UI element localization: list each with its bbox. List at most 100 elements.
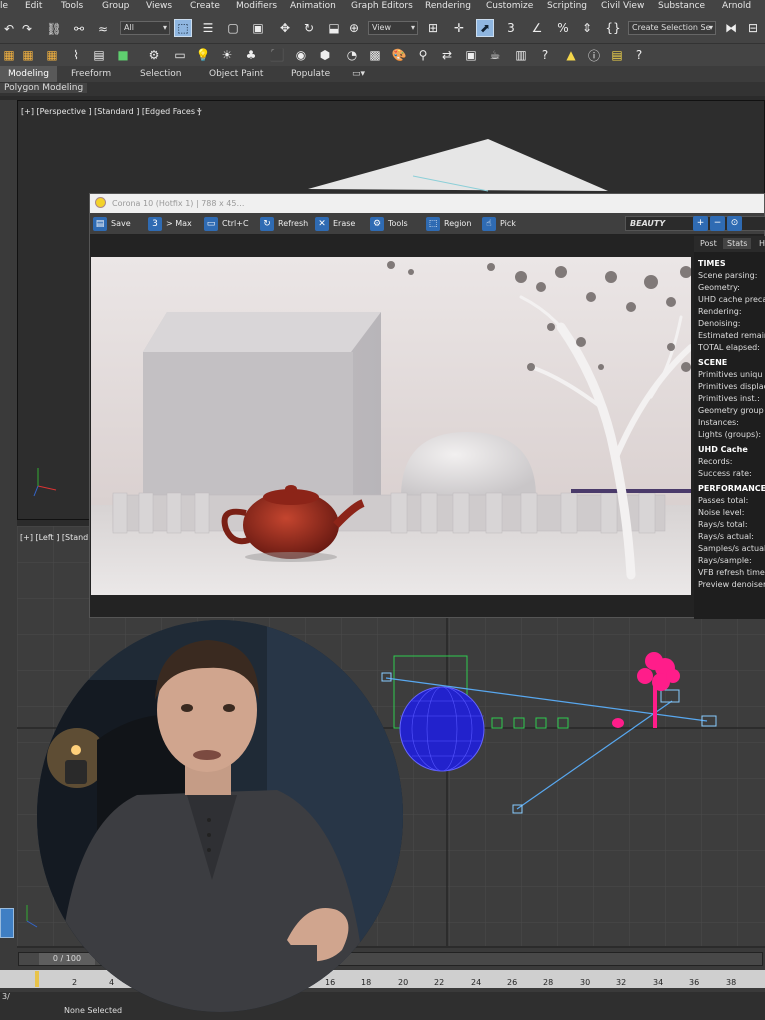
reference-coord-dropdown[interactable]: View bbox=[368, 21, 418, 35]
menu-edit[interactable]: Edit bbox=[25, 1, 42, 11]
zoom-fit-icon[interactable]: ⊙ bbox=[727, 216, 742, 231]
material-icon[interactable]: ◉ bbox=[292, 46, 310, 64]
tree-icon[interactable]: ♣ bbox=[242, 46, 260, 64]
menu-views[interactable]: Views bbox=[146, 1, 172, 11]
tools-button[interactable]: ⚙ Tools bbox=[370, 216, 408, 232]
palette-icon[interactable]: 🎨 bbox=[390, 46, 408, 64]
menu-modifiers[interactable]: Modifiers bbox=[236, 1, 277, 11]
rendered-frame-icon[interactable]: ▭ bbox=[171, 46, 189, 64]
filter-icon[interactable]: ⏷ bbox=[196, 107, 202, 117]
zoom-out-icon[interactable]: − bbox=[710, 216, 725, 231]
arnold-help-icon[interactable]: ? bbox=[630, 46, 648, 64]
menu-group[interactable]: Group bbox=[102, 1, 129, 11]
scale-icon[interactable]: ⬓ bbox=[325, 19, 343, 37]
menu-file[interactable]: le bbox=[0, 1, 8, 11]
tab-object-paint[interactable]: Object Paint bbox=[209, 66, 263, 82]
unlink-icon[interactable]: ⚯ bbox=[70, 20, 88, 38]
menu-animation[interactable]: Animation bbox=[290, 1, 336, 11]
mirror-icon[interactable]: ⧓ bbox=[722, 19, 740, 37]
refresh-button[interactable]: ↻ Refresh bbox=[260, 216, 308, 232]
region-button[interactable]: ⬚ Region bbox=[426, 216, 471, 232]
tick-label: 24 bbox=[471, 978, 482, 987]
copy-button[interactable]: ▭ Ctrl+C bbox=[204, 216, 249, 232]
menu-substance[interactable]: Substance bbox=[658, 1, 705, 11]
to-max-icon: 3 bbox=[148, 217, 162, 231]
zoom-in-icon[interactable]: + bbox=[693, 216, 708, 231]
help-icon[interactable]: ? bbox=[536, 46, 554, 64]
pivot-icon[interactable]: ⊞ bbox=[424, 19, 442, 37]
selection-status: None Selected bbox=[64, 1006, 123, 1015]
toggle-ribbon-icon[interactable]: ▦ bbox=[43, 46, 61, 64]
menu-arnold[interactable]: Arnold bbox=[722, 1, 751, 11]
sun-icon[interactable]: ☀ bbox=[218, 46, 236, 64]
current-frame-marker[interactable] bbox=[35, 971, 39, 987]
rect-selection-icon[interactable]: ▢ bbox=[224, 19, 242, 37]
menu-graph-editors[interactable]: Graph Editors bbox=[351, 1, 413, 11]
arnold-lights-icon[interactable]: ▲ bbox=[562, 46, 580, 64]
window-crossing-icon[interactable]: ▣ bbox=[249, 19, 267, 37]
polygon-modeling-label[interactable]: Polygon Modeling bbox=[0, 83, 88, 93]
place-icon[interactable]: ⊕ bbox=[345, 19, 363, 37]
light-lister-icon[interactable]: ⚲ bbox=[414, 46, 432, 64]
light-bulb-icon[interactable]: 💡 bbox=[194, 46, 212, 64]
render-icon[interactable]: ◔ bbox=[343, 46, 361, 64]
move-icon[interactable]: ✥ bbox=[276, 19, 294, 37]
align-icon[interactable]: ⊟ bbox=[744, 19, 762, 37]
schematic-view-icon[interactable]: ▤ bbox=[90, 46, 108, 64]
filmstrip-icon[interactable]: ▥ bbox=[512, 46, 530, 64]
menu-rendering[interactable]: Rendering bbox=[425, 1, 471, 11]
spinner-snap-icon[interactable]: ⇕ bbox=[578, 19, 596, 37]
menu-scripting[interactable]: Scripting bbox=[547, 1, 587, 11]
render-setup-icon[interactable]: ⚙ bbox=[145, 46, 163, 64]
selection-set-dropdown[interactable]: Create Selection Se bbox=[628, 21, 716, 35]
menu-customize[interactable]: Customize bbox=[486, 1, 533, 11]
pick-button[interactable]: ☝ Pick bbox=[482, 216, 516, 232]
manipulate-icon[interactable]: ✛ bbox=[450, 19, 468, 37]
teapot-icon[interactable]: ☕ bbox=[486, 46, 504, 64]
save-button[interactable]: ▤ Save bbox=[93, 216, 131, 232]
time-slider-handle[interactable]: 0 / 100 bbox=[39, 953, 95, 965]
object-icon[interactable]: ⬛ bbox=[268, 46, 286, 64]
tab-modeling[interactable]: Modeling bbox=[0, 66, 57, 82]
ribbon-options-icon[interactable]: ▭▾ bbox=[352, 66, 365, 82]
tab-freeform[interactable]: Freeform bbox=[71, 66, 111, 82]
erase-button[interactable]: ✕ Erase bbox=[315, 216, 355, 232]
menu-tools[interactable]: Tools bbox=[61, 1, 83, 11]
tools-icon: ⚙ bbox=[370, 217, 384, 231]
tab-post[interactable]: Post bbox=[696, 238, 721, 249]
named-selection-icon[interactable]: {} bbox=[604, 19, 622, 37]
to-max-button[interactable]: 3 > Max bbox=[148, 216, 192, 232]
link-icon[interactable]: ⛓ bbox=[45, 20, 63, 38]
angle-snap-icon[interactable]: ∠ bbox=[528, 19, 546, 37]
tab-stats[interactable]: Stats bbox=[723, 238, 752, 249]
redo-icon[interactable]: ↷ bbox=[18, 20, 36, 38]
menu-civil-view[interactable]: Civil View bbox=[601, 1, 644, 11]
converter-icon[interactable]: ⇄ bbox=[438, 46, 456, 64]
interactive-render-icon[interactable]: ▩ bbox=[366, 46, 384, 64]
menu-create[interactable]: Create bbox=[190, 1, 220, 11]
proxy-icon[interactable]: ⬢ bbox=[316, 46, 334, 64]
curve-editor-icon[interactable]: ⌇ bbox=[67, 46, 85, 64]
vfb-titlebar[interactable]: Corona 10 (Hotfix 1) | 788 x 45… bbox=[90, 194, 764, 213]
tab-selection[interactable]: Selection bbox=[140, 66, 181, 82]
camera-icon[interactable]: ▣ bbox=[462, 46, 480, 64]
rotate-icon[interactable]: ↻ bbox=[300, 19, 318, 37]
layer-explorer-icon[interactable]: ▦ bbox=[19, 46, 37, 64]
snaps-toggle-icon[interactable]: 3 bbox=[502, 19, 520, 37]
info-icon[interactable]: ⓘ bbox=[585, 46, 603, 64]
percent-snap-icon[interactable]: % bbox=[554, 19, 572, 37]
tab-populate[interactable]: Populate bbox=[291, 66, 330, 82]
perspective-viewport-label[interactable]: [+] [Perspective ] [Standard ] [Edged Fa… bbox=[21, 107, 201, 116]
select-object-icon[interactable]: ⬚ bbox=[174, 19, 192, 37]
selection-filter-dropdown[interactable]: All bbox=[120, 21, 170, 35]
scene-explorer-icon[interactable]: ▦ bbox=[0, 46, 18, 64]
viewport-nav-icon[interactable] bbox=[0, 908, 14, 938]
keyboard-shortcut-icon[interactable]: ⬈ bbox=[476, 19, 494, 37]
bind-space-warp-icon[interactable]: ≈ bbox=[94, 20, 112, 38]
select-by-name-icon[interactable]: ☰ bbox=[199, 19, 217, 37]
tab-h[interactable]: H bbox=[755, 238, 765, 249]
material-editor-icon[interactable]: ■ bbox=[114, 46, 132, 64]
notes-icon[interactable]: ▤ bbox=[608, 46, 626, 64]
left-viewport-label[interactable]: [+] [Left ] [Stand bbox=[20, 533, 88, 542]
undo-icon[interactable]: ↶ bbox=[0, 20, 18, 38]
